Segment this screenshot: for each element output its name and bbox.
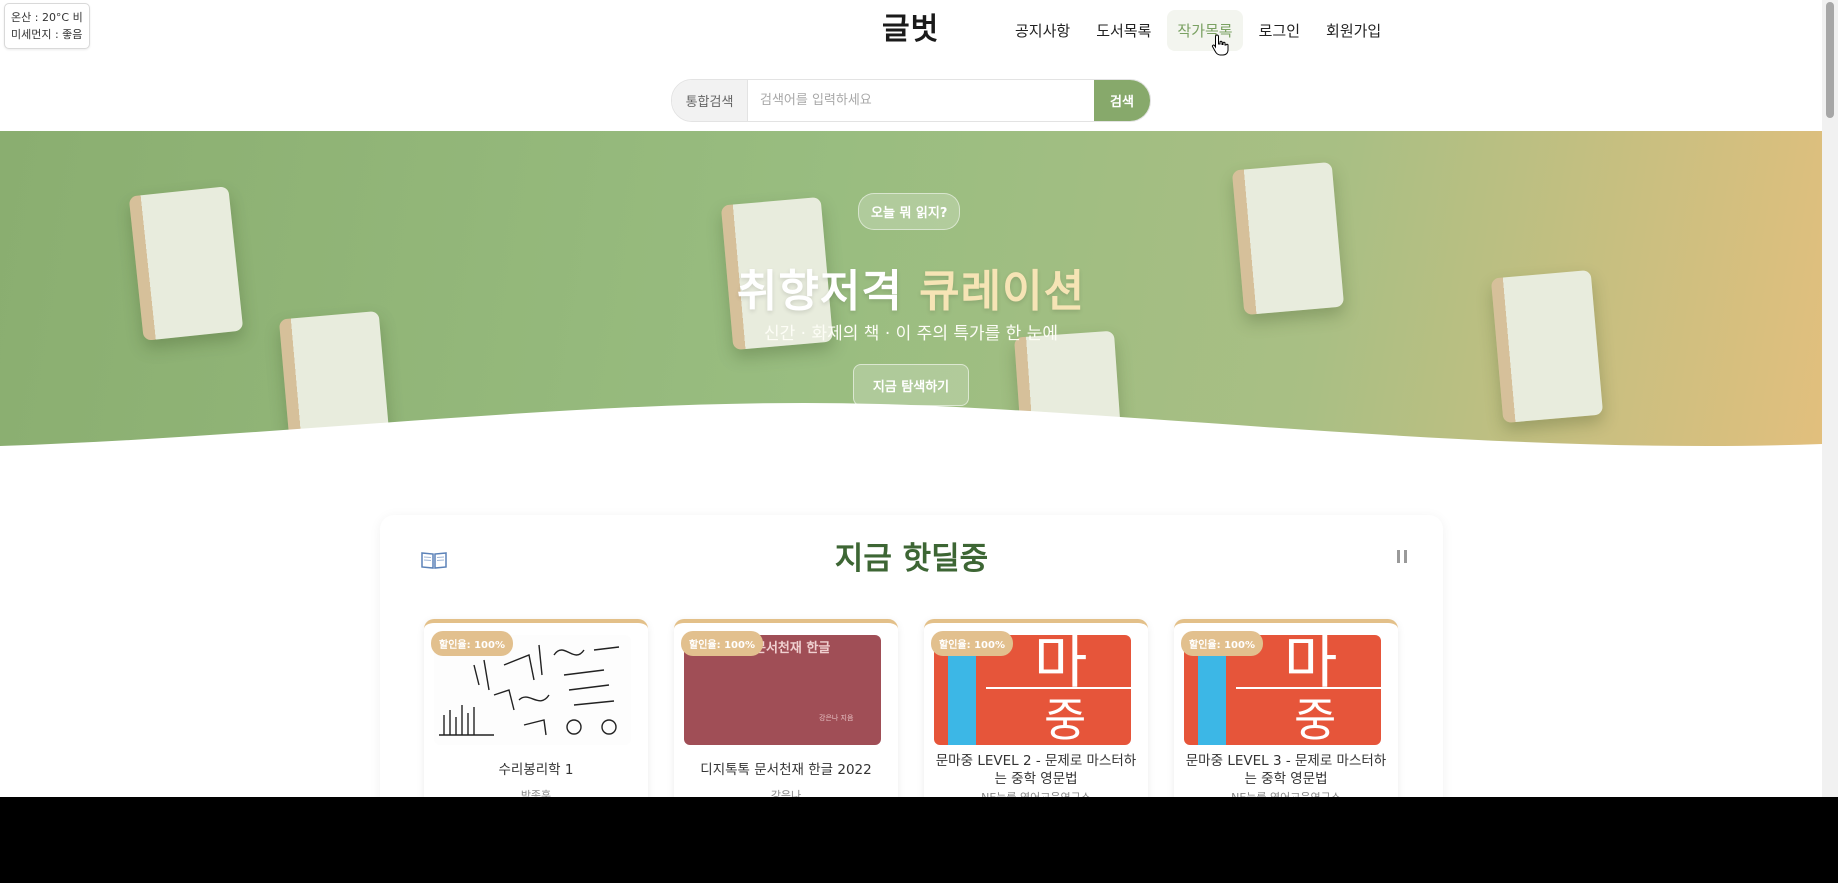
book-card[interactable]: 마 중 할인율: 100% 문마중 LEVEL 2 - 문제로 마스터하는 중학… xyxy=(924,619,1148,797)
book-author: 강은나 xyxy=(770,789,802,797)
book-title[interactable]: 수리봉리학 1 xyxy=(432,761,640,779)
search-button[interactable]: 검색 xyxy=(1094,80,1150,121)
discount-badge: 할인율: 100% xyxy=(1181,631,1263,656)
discount-badge: 할인율: 100% xyxy=(431,631,513,656)
book-author: NE능률 영어교육연구소 xyxy=(924,789,1148,797)
nav-books[interactable]: 도서목록 xyxy=(1086,10,1161,51)
section-title: 지금 핫딜중 xyxy=(834,541,989,577)
cover-glyph: 중 xyxy=(1294,693,1337,745)
cover-glyph: 마 xyxy=(1034,635,1088,696)
page-scrollbar[interactable] xyxy=(1822,0,1838,797)
hero-tag-pill: 오늘 뭐 읽지? xyxy=(858,193,961,230)
book-card[interactable]: 마 중 할인율: 100% 문마중 LEVEL 3 - 문제로 마스터하는 중학… xyxy=(1174,619,1398,797)
book-card[interactable]: 문서천재 한글 강은나 지음 할인율: 100% 디지톡톡 문서천재 한글 20… xyxy=(674,619,898,797)
hot-deals-section: 지금 핫딜중 할인율: 100% 수리봉리학 1 박종훈 문서천재 한글 강은나… xyxy=(380,515,1443,797)
discount-badge: 할인율: 100% xyxy=(681,631,763,656)
cover-author-text: 강은나 지음 xyxy=(819,714,854,722)
hero-title-main: 취향저격 xyxy=(736,266,903,317)
discount-badge: 할인율: 100% xyxy=(931,631,1013,656)
nav-notice[interactable]: 공지사항 xyxy=(1005,10,1080,51)
book-title[interactable]: 디지톡톡 문서천재 한글 2022 xyxy=(682,761,890,779)
page: 온산 : 20°C 비 미세먼지 : 좋음 글벗 공지사항 도서목록 작가목록 … xyxy=(0,0,1838,797)
book-author: 박종훈 xyxy=(520,789,552,797)
main-nav: 공지사항 도서목록 작가목록 로그인 회원가입 xyxy=(1005,10,1391,51)
hero-banner: 오늘 뭐 읽지? 취향저격 큐레이션 신간 · 화제의 책 · 이 주의 특가를… xyxy=(0,131,1822,456)
explore-now-button[interactable]: 지금 탐색하기 xyxy=(853,364,969,406)
search-bar: 통합검색 검색 xyxy=(671,79,1151,122)
book-title[interactable]: 문마중 LEVEL 2 - 문제로 마스터하는 중학 영문법 xyxy=(932,752,1140,788)
search-category-label[interactable]: 통합검색 xyxy=(672,80,748,121)
search-input[interactable] xyxy=(748,80,1094,121)
nav-signup[interactable]: 회원가입 xyxy=(1316,10,1391,51)
book-card-list: 할인율: 100% 수리봉리학 1 박종훈 문서천재 한글 강은나 지음 할인율… xyxy=(424,619,1398,797)
cover-glyph: 마 xyxy=(1284,635,1338,696)
book-card[interactable]: 할인율: 100% 수리봉리학 1 박종훈 xyxy=(424,619,648,797)
pause-icon[interactable] xyxy=(1397,550,1407,563)
site-logo[interactable]: 글벗 xyxy=(882,4,939,48)
book-author: NE능률 영어교육연구소 xyxy=(1174,789,1398,797)
book-title[interactable]: 문마중 LEVEL 3 - 문제로 마스터하는 중학 영문법 xyxy=(1182,752,1390,788)
hand-cursor-icon xyxy=(1211,34,1229,60)
hero-title: 취향저격 큐레이션 xyxy=(0,255,1822,319)
cover-glyph: 중 xyxy=(1044,693,1087,745)
scrollbar-thumb[interactable] xyxy=(1826,2,1834,118)
hero-title-accent: 큐레이션 xyxy=(919,266,1086,317)
hero-subtitle: 신간 · 화제의 책 · 이 주의 특가를 한 눈에 xyxy=(763,324,1059,344)
nav-login[interactable]: 로그인 xyxy=(1249,10,1310,51)
weather-temperature: 온산 : 20°C 비 xyxy=(11,11,83,24)
weather-widget: 온산 : 20°C 비 미세먼지 : 좋음 xyxy=(4,3,90,49)
cover-title-text: 문서천재 한글 xyxy=(754,641,831,656)
weather-dust: 미세먼지 : 좋음 xyxy=(11,28,83,41)
nav-authors[interactable]: 작가목록 xyxy=(1167,10,1243,51)
